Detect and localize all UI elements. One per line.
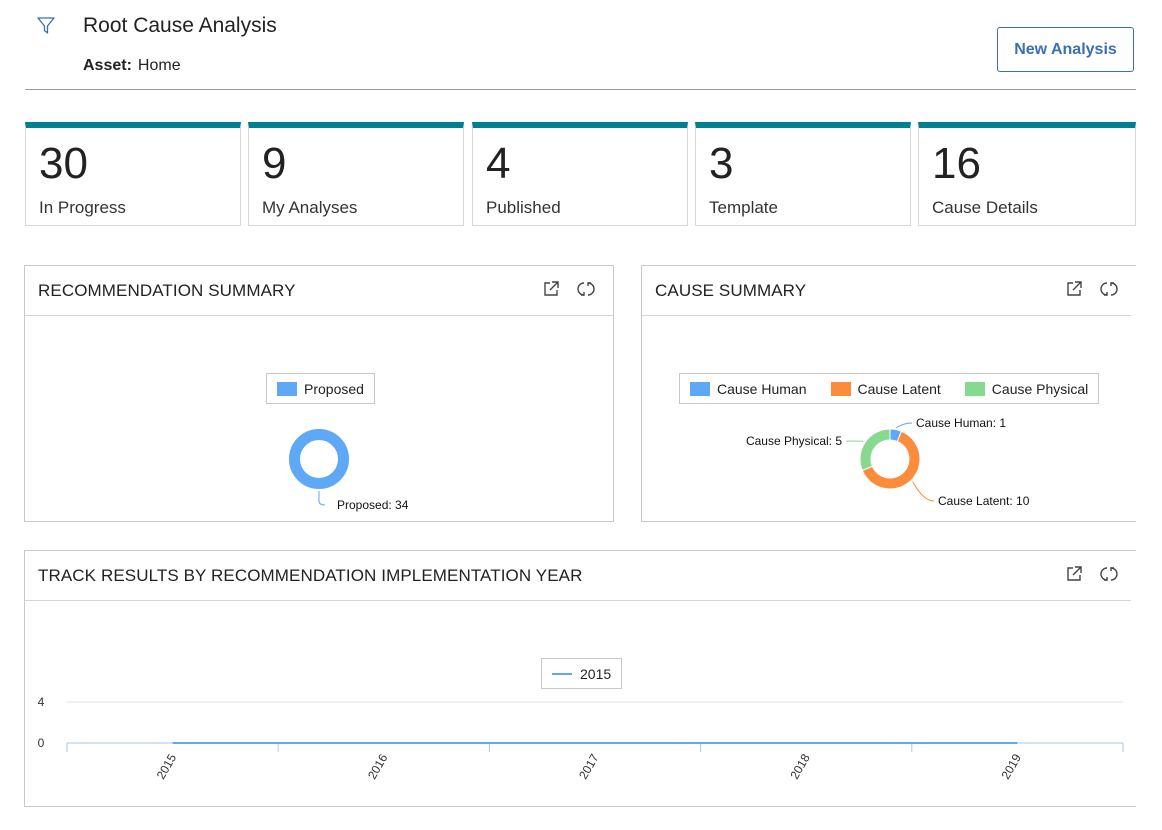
header-divider xyxy=(25,89,1136,90)
track-line-chart: 4 0 2015 2016 2017 2018 2019 xyxy=(38,695,1124,782)
tile-my-analyses[interactable]: 9 My Analyses xyxy=(248,122,464,226)
data-label: Cause Latent: 10 xyxy=(938,494,1030,508)
tile-count: 30 xyxy=(39,139,88,188)
recommendation-donut-chart: Proposed: 34 xyxy=(289,429,409,512)
asset-value: Home xyxy=(137,57,181,74)
tile-label: In Progress xyxy=(39,198,126,217)
data-label: Cause Physical: 5 xyxy=(746,434,842,448)
x-tick-label: 2019 xyxy=(999,751,1025,781)
tile-count: 3 xyxy=(709,139,734,188)
asset-info: Asset: Home xyxy=(83,57,181,75)
tile-label: My Analyses xyxy=(262,198,358,217)
new-analysis-button[interactable]: New Analysis xyxy=(997,27,1134,72)
filter-icon[interactable] xyxy=(36,16,56,36)
data-label-connector xyxy=(318,491,326,506)
tile-template[interactable]: 3 Template xyxy=(695,122,911,226)
cause-summary-panel: CAUSE SUMMARY Cause Human Cause Latent C… xyxy=(641,265,1136,522)
data-label: Cause Human: 1 xyxy=(916,416,1006,430)
tile-in-progress[interactable]: 30 In Progress xyxy=(25,122,241,226)
track-results-panel: TRACK RESULTS BY RECOMMENDATION IMPLEMEN… xyxy=(24,550,1136,807)
data-label: Proposed: 34 xyxy=(337,498,409,512)
tile-label: Cause Details xyxy=(932,198,1038,217)
donut-slice-proposed xyxy=(289,429,349,489)
y-tick-label: 0 xyxy=(38,736,45,750)
data-label-connector xyxy=(912,481,935,502)
y-tick-label: 4 xyxy=(38,695,45,709)
donut-slice-cause-physical xyxy=(859,428,891,472)
page-title: Root Cause Analysis xyxy=(83,14,277,37)
tile-label: Template xyxy=(709,198,778,217)
x-tick-label: 2016 xyxy=(365,751,391,781)
tile-count: 9 xyxy=(262,139,287,188)
tile-label: Published xyxy=(486,198,561,217)
tile-cause-details[interactable]: 16 Cause Details xyxy=(918,122,1136,226)
data-label-connector xyxy=(895,422,913,429)
tile-published[interactable]: 4 Published xyxy=(472,122,688,226)
tile-count: 4 xyxy=(486,139,511,188)
x-tick-label: 2015 xyxy=(154,751,180,781)
tile-count: 16 xyxy=(932,139,981,188)
asset-label: Asset: xyxy=(83,57,132,74)
cause-donut-chart: Cause Human: 1 Cause Latent: 10 Cause Phys… xyxy=(746,416,1030,508)
x-tick-label: 2017 xyxy=(576,751,602,781)
x-tick-label: 2018 xyxy=(787,751,813,781)
recommendation-summary-panel: RECOMMENDATION SUMMARY Proposed Proposed… xyxy=(24,265,614,522)
